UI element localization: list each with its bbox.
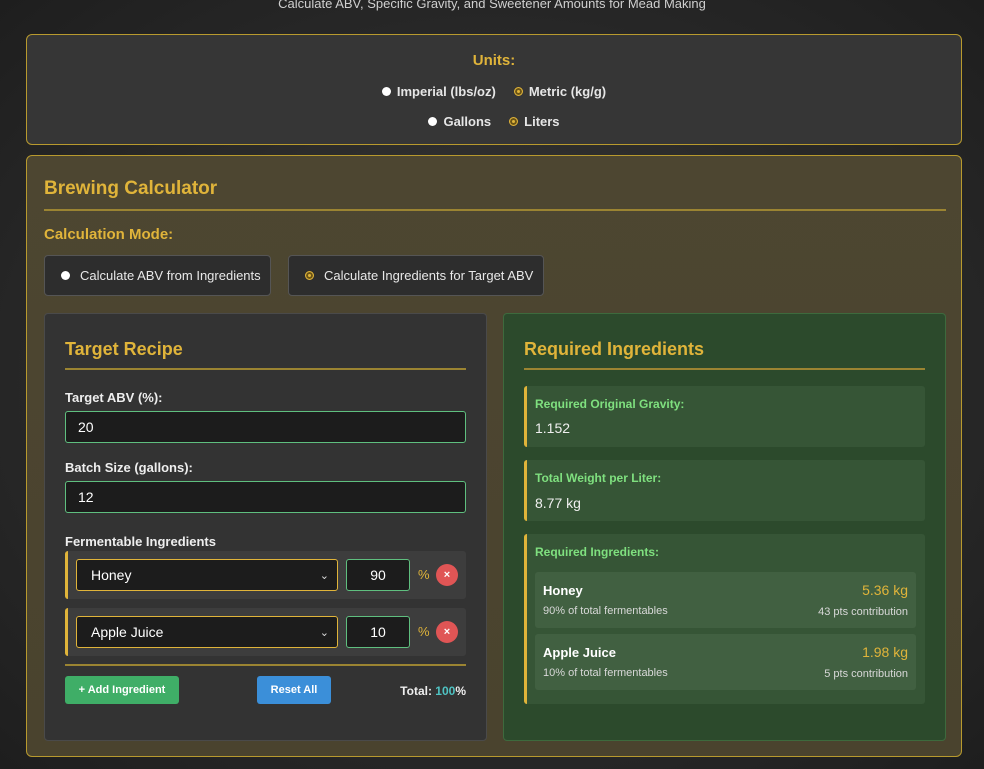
fermentables-label: Fermentable Ingredients: [65, 534, 216, 549]
total-percent: Total: 100%: [400, 684, 466, 698]
brewing-calculator-panel: Brewing Calculator Calculation Mode: Cal…: [26, 155, 962, 757]
radio-gallons[interactable]: Gallons: [428, 114, 491, 129]
target-abv-input[interactable]: [65, 411, 466, 443]
radio-liters[interactable]: Liters: [509, 114, 560, 129]
total-value: 100: [435, 684, 456, 698]
mode-calculate-ingredients[interactable]: Calculate Ingredients for Target ABV: [288, 255, 544, 296]
total-label: Total:: [400, 684, 432, 698]
radio-metric[interactable]: Metric (kg/g): [513, 84, 607, 99]
add-ingredient-button[interactable]: + Add Ingredient: [65, 676, 179, 704]
ingredient-select[interactable]: Apple Juice ⌄: [76, 616, 338, 648]
target-abv-label: Target ABV (%):: [65, 390, 163, 405]
ri-share: 90% of total fermentables: [543, 605, 668, 617]
radio-dot-selected-icon[interactable]: [513, 87, 523, 96]
required-ingredient-item: Honey 90% of total fermentables 5.36 kg …: [535, 572, 916, 628]
reset-all-button[interactable]: Reset All: [257, 676, 331, 704]
ingredient-select-value: Honey: [91, 567, 132, 583]
volume-units-group: Gallons Liters: [27, 114, 961, 129]
chevron-down-icon: ⌄: [319, 570, 329, 582]
ingredient-select-value: Apple Juice: [91, 624, 164, 640]
radio-metric-label: Metric (kg/g): [528, 84, 607, 99]
radio-imperial-label: Imperial (lbs/oz): [396, 84, 496, 99]
weight-units-group: Imperial (lbs/oz) Metric (kg/g): [27, 84, 961, 99]
remove-ingredient-button[interactable]: ×: [436, 564, 458, 586]
remove-ingredient-button[interactable]: ×: [436, 621, 458, 643]
ingredient-select[interactable]: Honey ⌄: [76, 559, 338, 591]
radio-dot-icon[interactable]: [381, 87, 391, 96]
ingredient-row: Honey ⌄ 90 % ×: [65, 551, 466, 599]
radio-dot-selected-icon[interactable]: [509, 117, 519, 126]
batch-size-label: Batch Size (gallons):: [65, 460, 193, 475]
percent-sign: %: [418, 624, 430, 639]
required-ingredients-card: Required Ingredients Required Original G…: [503, 313, 946, 741]
og-value: 1.152: [535, 420, 571, 436]
page-subtitle: Calculate ABV, Specific Gravity, and Swe…: [278, 0, 706, 11]
og-label: Required Original Gravity:: [535, 397, 685, 411]
divider: [44, 209, 946, 211]
total-weight-box: Total Weight per Liter: 8.77 kg: [524, 460, 925, 521]
target-recipe-card: Target Recipe Target ABV (%): Batch Size…: [44, 313, 487, 741]
batch-size-input[interactable]: [65, 481, 466, 513]
radio-imperial[interactable]: Imperial (lbs/oz): [381, 84, 496, 99]
target-recipe-title: Target Recipe: [65, 339, 183, 359]
divider: [524, 368, 925, 370]
radio-gallons-label: Gallons: [443, 114, 492, 129]
mode-calculate-abv-label: Calculate ABV from Ingredients: [80, 268, 261, 283]
chevron-down-icon: ⌄: [319, 627, 329, 639]
radio-liters-label: Liters: [524, 114, 560, 129]
ri-amount: 5.36 kg: [862, 582, 908, 598]
required-ingredient-item: Apple Juice 10% of total fermentables 1.…: [535, 634, 916, 690]
calculator-title: Brewing Calculator: [44, 178, 218, 199]
ingredient-row: Apple Juice ⌄ 10 % ×: [65, 608, 466, 656]
radio-dot-icon[interactable]: [61, 271, 70, 280]
divider: [65, 664, 466, 666]
ingredient-percent-input[interactable]: 10: [346, 616, 410, 648]
ri-share: 10% of total fermentables: [543, 667, 668, 679]
mode-calculate-abv[interactable]: Calculate ABV from Ingredients: [44, 255, 271, 296]
weight-label: Total Weight per Liter:: [535, 471, 662, 485]
units-title: Units:: [472, 52, 516, 69]
ingredient-percent-input[interactable]: 90: [346, 559, 410, 591]
radio-dot-icon[interactable]: [428, 117, 438, 126]
required-ingredients-label: Required Ingredients:: [535, 545, 660, 559]
original-gravity-box: Required Original Gravity: 1.152: [524, 386, 925, 447]
units-panel: Units: Imperial (lbs/oz) Metric (kg/g) G…: [26, 34, 962, 145]
weight-value: 8.77 kg: [535, 495, 581, 511]
ri-points: 5 pts contribution: [824, 668, 908, 680]
ri-points: 43 pts contribution: [818, 606, 908, 618]
divider: [65, 368, 466, 370]
required-ingredients-title: Required Ingredients: [524, 339, 705, 359]
required-ingredients-box: Required Ingredients: Honey 90% of total…: [524, 534, 925, 704]
calculation-mode-label: Calculation Mode:: [44, 226, 174, 243]
total-unit: %: [455, 684, 466, 698]
percent-sign: %: [418, 567, 430, 582]
ri-amount: 1.98 kg: [862, 644, 908, 660]
ri-name: Honey: [543, 583, 583, 598]
mode-calculate-ingredients-label: Calculate Ingredients for Target ABV: [324, 268, 534, 283]
ri-name: Apple Juice: [543, 645, 616, 660]
radio-dot-selected-icon[interactable]: [305, 271, 314, 280]
